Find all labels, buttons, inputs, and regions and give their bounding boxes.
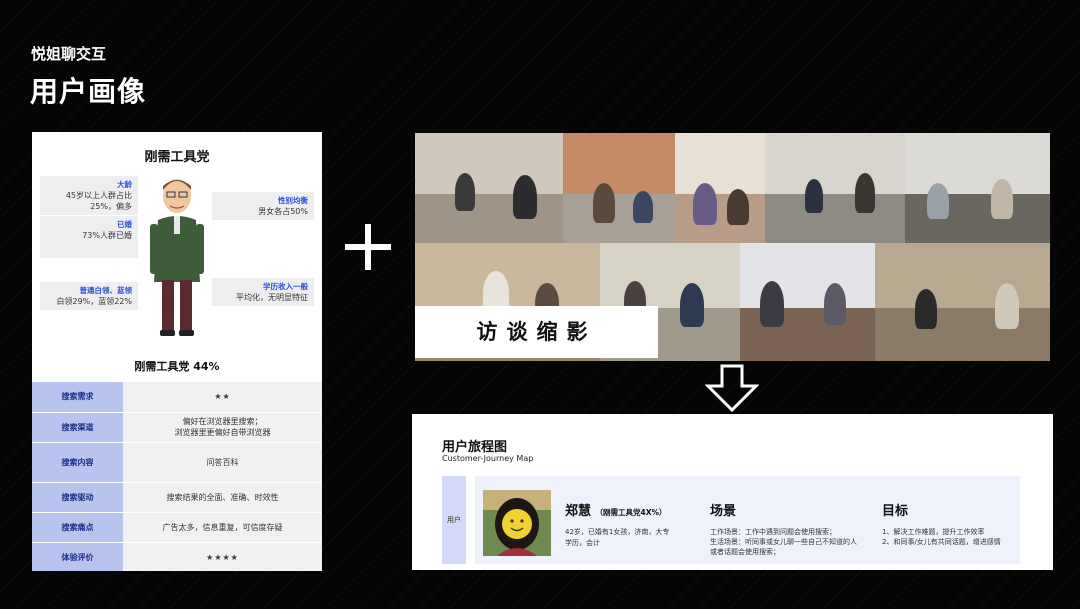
goal-heading: 目标 (882, 504, 909, 519)
persona-ratio: 刚需工具党 44% (134, 360, 220, 373)
row-key: 搜索痛点 (32, 512, 123, 543)
collage-label: 访谈缩影 (415, 306, 658, 358)
interview-photo (765, 133, 905, 243)
journey-title: 用户旅程图 (442, 440, 508, 455)
row-value: 偏好在浏览器里搜索； 浏览器里更偏好自带浏览器 (123, 412, 322, 443)
plus-icon (345, 224, 391, 270)
tag-job: 普通白领、蓝领 白领29%，蓝领22% (40, 282, 138, 310)
persona-card: 刚需工具党 大龄 45岁以上人群占比25%，偏多 已婚 73%人群已婚 普通白领… (32, 132, 322, 571)
persona-table: 搜索需求 ★★ 搜索渠道 偏好在浏览器里搜索； 浏览器里更偏好自带浏览器 搜索内… (32, 382, 322, 571)
tag-gender-value: 男女各占50% (258, 207, 308, 216)
scene-heading: 场景 (710, 504, 737, 519)
scene-line: 工作场景：工作中遇到问题会使用搜索； (710, 528, 836, 536)
tag-job-key: 普通白领、蓝领 (79, 286, 133, 295)
tag-education: 学历收入一般 平均化，无明显特征 (212, 278, 314, 306)
persona-name: 刚需工具党 (144, 150, 210, 165)
journey-map-card: 用户旅程图 Customer-Journey Map 用户 郑慧 （刚需工具党4… (412, 414, 1053, 570)
tag-gender: 性别均衡 男女各占50% (212, 192, 314, 220)
row-value: 问答百科 (123, 442, 322, 483)
journey-panel: 郑慧 （刚需工具党4X%） 42岁，已婚有1女孩，济南，大专学历，会计 场景 工… (475, 476, 1020, 564)
tag-gender-key: 性别均衡 (278, 196, 308, 205)
tag-married: 已婚 73%人群已婚 (40, 216, 138, 258)
rating-stars: ★★★★ (123, 542, 322, 571)
brand-label: 悦姐聊交互 (31, 45, 107, 63)
tag-age-key: 大龄 (117, 180, 132, 189)
row-key: 体验评价 (32, 542, 123, 571)
down-arrow-icon (705, 364, 759, 412)
table-row: 搜索痛点 广告太多，信息重复，可信度存疑 (32, 512, 322, 543)
tag-education-key: 学历收入一般 (263, 282, 308, 291)
avatar-image (483, 490, 551, 556)
goal-text: 1、解决工作难题，提升工作效率 2、和同事/女儿有共同话题，增进感情 (882, 527, 1017, 547)
tag-education-value: 平均化，无明显特征 (236, 293, 308, 302)
row-value-line: 偏好在浏览器里搜索； (182, 417, 263, 426)
user-description: 42岁，已婚有1女孩，济南，大专学历，会计 (565, 528, 670, 547)
tag-married-key: 已婚 (117, 220, 132, 229)
avatar-photo (483, 490, 551, 556)
table-row: 搜索需求 ★★ (32, 382, 322, 413)
row-value: 搜索结果的全面、准确、时效性 (123, 482, 322, 513)
table-row: 体验评价 ★★★★ (32, 542, 322, 571)
journey-subtitle: Customer-Journey Map (442, 454, 534, 463)
tag-age: 大龄 45岁以上人群占比25%，偏多 (40, 176, 138, 215)
scene-text: 工作场景：工作中遇到问题会使用搜索； 生活场景：听同事或女儿聊一些自己不知道的人… (710, 527, 860, 557)
user-name-note: （刚需工具党4X%） (595, 508, 667, 517)
interview-photo (740, 243, 875, 361)
table-row: 搜索内容 问答百科 (32, 442, 322, 483)
interview-photo (905, 133, 1050, 243)
row-value-line: 浏览器里更偏好自带浏览器 (174, 428, 271, 437)
tag-age-value: 45岁以上人群占比25%，偏多 (65, 191, 132, 211)
page-title: 用户画像 (30, 75, 147, 108)
interview-photo (415, 133, 563, 243)
interview-photo (563, 133, 675, 243)
tag-job-value: 白领29%，蓝领22% (56, 297, 132, 306)
interview-photo (875, 243, 1050, 361)
table-row: 搜索渠道 偏好在浏览器里搜索； 浏览器里更偏好自带浏览器 (32, 412, 322, 443)
rating-stars: ★★ (123, 382, 322, 413)
persona-illustration (150, 179, 204, 336)
row-key: 搜索驱动 (32, 482, 123, 513)
row-key: 搜索渠道 (32, 412, 123, 443)
scene-line: 生活场景：听同事或女儿聊一些自己不知道的人或者话题会使用搜索； (710, 538, 857, 556)
goal-line: 1、解决工作难题，提升工作效率 (882, 528, 985, 536)
table-row: 搜索驱动 搜索结果的全面、准确、时效性 (32, 482, 322, 513)
user-name: 郑慧 （刚需工具党4X%） (565, 500, 667, 519)
row-key: 搜索内容 (32, 442, 123, 483)
interview-photo (675, 133, 765, 243)
row-key: 搜索需求 (32, 382, 123, 413)
goal-line: 2、和同事/女儿有共同话题，增进感情 (882, 538, 1001, 546)
tag-married-value: 73%人群已婚 (82, 231, 132, 240)
journey-row-label: 用户 (442, 476, 466, 564)
user-name-text: 郑慧 (565, 504, 592, 519)
row-value: 广告太多，信息重复，可信度存疑 (123, 512, 322, 543)
